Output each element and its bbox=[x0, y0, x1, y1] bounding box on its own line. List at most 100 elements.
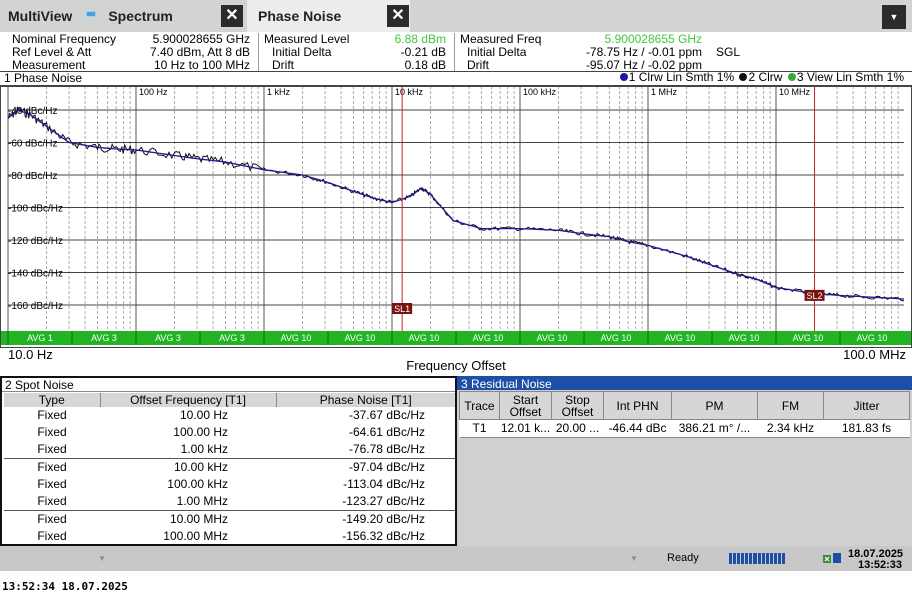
residual-noise-window[interactable]: 3 Residual Noise Trace Start Offset Stop… bbox=[457, 376, 912, 546]
cell-offset-frequency: 10.00 kHz bbox=[100, 458, 276, 476]
x-tick-label: 100 Hz bbox=[139, 87, 168, 97]
info-divider bbox=[454, 33, 455, 71]
cell-offset-frequency: 100.00 MHz bbox=[163, 529, 228, 543]
spectrum-icon bbox=[86, 11, 97, 17]
table-row[interactable]: T1 12.01 k... 20.00 ... -46.44 dBc 386.2… bbox=[459, 419, 910, 438]
averaging-label: AVG 10 bbox=[281, 333, 312, 343]
averaging-label: AVG 3 bbox=[155, 333, 181, 343]
cell-offset-frequency: 10.00 Hz bbox=[179, 408, 228, 422]
table-row[interactable]: Fixed 100.00 kHz -113.04 dBc/Hz bbox=[4, 476, 455, 493]
chevron-down-icon[interactable]: ▼ bbox=[630, 554, 638, 563]
y-tick-label: -120 dBc/Hz bbox=[8, 236, 63, 247]
cell-int-phn: -46.44 dBc bbox=[603, 419, 672, 438]
averaging-label: AVG 10 bbox=[601, 333, 632, 343]
spot-noise-window[interactable]: 2 Spot Noise Type Offset Frequency [T1] … bbox=[0, 376, 457, 546]
column-header-start-offset: Start Offset bbox=[499, 391, 552, 420]
cell-type: Fixed bbox=[37, 494, 67, 508]
phase-noise-window-title: 1 Phase Noise bbox=[4, 71, 83, 85]
status-bar: ▼ ▼ Ready 18.07.2025 13:52:33 bbox=[0, 546, 912, 571]
averaging-label: AVG 10 bbox=[857, 333, 888, 343]
marker-label: SL1 bbox=[394, 304, 410, 314]
cell-pm: 386.21 m° /... bbox=[671, 419, 758, 438]
spot-noise-table: Type Offset Frequency [T1] Phase Noise [… bbox=[4, 393, 455, 545]
cell-phase-noise: -123.27 dBc/Hz bbox=[342, 494, 425, 508]
legend-trace-1: 1 Clrw Lin Smth 1% bbox=[628, 70, 735, 84]
cell-offset-frequency: 100.00 kHz bbox=[167, 477, 228, 491]
column-header-int-phn: Int PHN bbox=[603, 391, 672, 420]
table-row[interactable]: Fixed 10.00 MHz -149.20 dBc/Hz bbox=[4, 510, 455, 528]
column-header-phase-noise: Phase Noise [T1] bbox=[275, 393, 455, 407]
table-row[interactable]: Fixed 10.00 kHz -97.04 dBc/Hz bbox=[4, 458, 455, 476]
cell-jitter: 181.83 fs bbox=[823, 419, 910, 438]
column-header-trace: Trace bbox=[459, 391, 500, 420]
column-header-offset: Offset Frequency [T1] bbox=[99, 393, 276, 407]
tab-phase-noise[interactable]: Phase Noise bbox=[247, 0, 410, 32]
ready-status: Ready bbox=[667, 552, 699, 564]
x-tick-label: 100 kHz bbox=[523, 87, 557, 97]
x-tick-label: 1 kHz bbox=[267, 87, 291, 97]
chevron-down-icon[interactable]: ▼ bbox=[98, 554, 106, 563]
table-row[interactable]: Fixed 10.00 Hz -37.67 dBc/Hz bbox=[4, 407, 455, 424]
tab-bar: MultiView Spectrum ✕ Phase Noise ✕ ▼ bbox=[0, 0, 912, 32]
close-spectrum-tab-button[interactable]: ✕ bbox=[221, 5, 243, 27]
cell-phase-noise: -76.78 dBc/Hz bbox=[348, 442, 425, 456]
chevron-down-icon[interactable]: ▼ bbox=[882, 5, 906, 29]
averaging-label: AVG 3 bbox=[219, 333, 245, 343]
cell-type: Fixed bbox=[37, 529, 67, 543]
cell-type: Fixed bbox=[37, 442, 67, 456]
screenshot-timestamp: 13:52:34 18.07.2025 bbox=[2, 580, 128, 593]
y-tick-label: -80 dBc/Hz bbox=[8, 171, 57, 182]
cell-phase-noise: -64.61 dBc/Hz bbox=[348, 425, 425, 439]
residual-noise-title: 3 Residual Noise bbox=[457, 376, 912, 391]
phase-noise-window[interactable]: 1 Phase Noise 1 Clrw Lin Smth 1% 2 Clrw … bbox=[0, 71, 912, 374]
column-header-jitter: Jitter bbox=[823, 391, 910, 420]
cell-start-offset: 12.01 k... bbox=[499, 419, 552, 438]
averaging-label: AVG 10 bbox=[345, 333, 376, 343]
averaging-label: AVG 10 bbox=[665, 333, 696, 343]
cell-phase-noise: -37.67 dBc/Hz bbox=[348, 408, 425, 422]
table-row[interactable]: Fixed 1.00 MHz -123.27 dBc/Hz bbox=[4, 493, 455, 511]
tab-multiview[interactable]: MultiView Spectrum bbox=[0, 0, 245, 32]
table-row[interactable]: Fixed 1.00 kHz -76.78 dBc/Hz bbox=[4, 441, 455, 459]
x-tick-label: 10 MHz bbox=[779, 87, 811, 97]
y-tick-label: -140 dBc/Hz bbox=[8, 269, 63, 280]
status-time: 13:52:33 bbox=[858, 559, 903, 571]
cell-trace: T1 bbox=[459, 419, 500, 438]
progress-bar bbox=[729, 553, 786, 564]
averaging-label: AVG 10 bbox=[537, 333, 568, 343]
cell-phase-noise: -156.32 dBc/Hz bbox=[342, 529, 425, 543]
cell-type: Fixed bbox=[37, 477, 67, 491]
cell-offset-frequency: 100.00 Hz bbox=[173, 425, 228, 439]
spot-noise-title: 2 Spot Noise bbox=[2, 378, 455, 392]
legend-trace-3: 3 View Lin Smth 1% bbox=[796, 70, 904, 84]
info-divider bbox=[258, 33, 259, 71]
sweep-mode-indicator: SGL bbox=[716, 45, 741, 59]
close-phase-noise-tab-button[interactable]: ✕ bbox=[387, 5, 409, 27]
cell-fm: 2.34 kHz bbox=[757, 419, 824, 438]
column-header-fm: FM bbox=[757, 391, 824, 420]
cell-type: Fixed bbox=[37, 425, 67, 439]
legend-trace-2: 2 Clrw bbox=[748, 70, 783, 84]
plot-background bbox=[0, 86, 912, 348]
cell-offset-frequency: 1.00 kHz bbox=[180, 442, 228, 456]
tab-multiview-label: MultiView bbox=[8, 8, 73, 24]
cell-phase-noise: -113.04 dBc/Hz bbox=[343, 477, 425, 491]
averaging-label: AVG 1 bbox=[27, 333, 53, 343]
cell-type: Fixed bbox=[37, 408, 67, 422]
tab-phase-noise-label: Phase Noise bbox=[258, 8, 342, 24]
y-tick-label: -160 dBc/Hz bbox=[8, 301, 63, 312]
trace-1-dot-icon bbox=[619, 73, 628, 81]
measurement-info: Nominal Frequency 5.900028655 GHz Ref Le… bbox=[0, 32, 912, 72]
averaging-label: AVG 10 bbox=[793, 333, 824, 343]
column-header-pm: PM bbox=[671, 391, 758, 420]
network-icon bbox=[823, 553, 841, 563]
table-row[interactable]: Fixed 100.00 MHz -156.32 dBc/Hz bbox=[4, 528, 455, 545]
averaging-label: AVG 3 bbox=[91, 333, 117, 343]
table-row[interactable]: Fixed 100.00 Hz -64.61 dBc/Hz bbox=[4, 424, 455, 441]
phase-noise-plot[interactable]: -40 dBc/Hz-60 dBc/Hz-80 dBc/Hz-100 dBc/H… bbox=[0, 86, 912, 348]
y-tick-label: -60 dBc/Hz bbox=[8, 139, 57, 150]
y-tick-label: -100 dBc/Hz bbox=[8, 204, 63, 215]
averaging-label: AVG 10 bbox=[729, 333, 760, 343]
x-tick-label: 1 MHz bbox=[651, 87, 678, 97]
cell-offset-frequency: 10.00 MHz bbox=[100, 510, 276, 528]
